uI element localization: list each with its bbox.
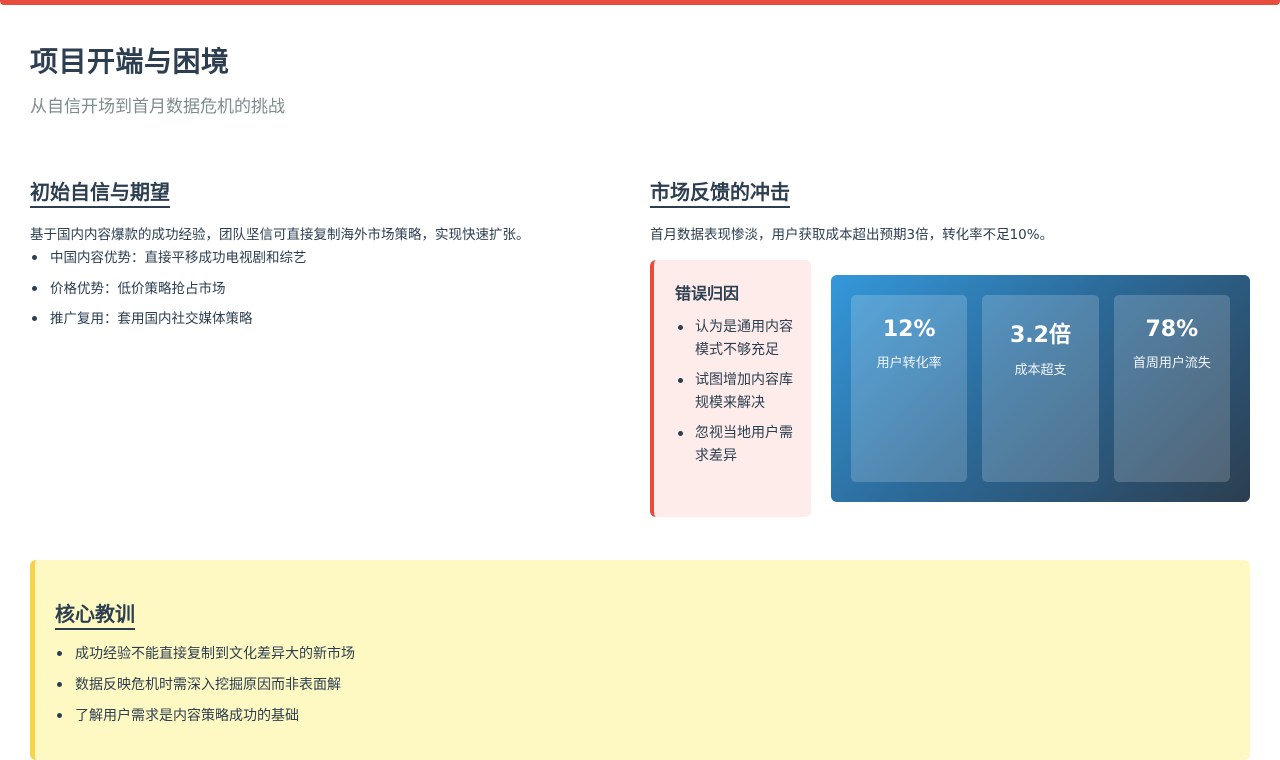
list-item: 数据反映危机时需深入挖掘原因而非表面解 — [55, 675, 1230, 695]
stats-panel: 12% 用户转化率 3.2倍 成本超支 78% 首周用户流失 — [831, 275, 1250, 502]
list-item: 试图增加内容库规模来解决 — [675, 369, 795, 414]
section-intro: 首月数据表现惨淡，用户获取成本超出预期3倍，转化率不足10%。 — [650, 227, 1054, 243]
stat-first-week-churn: 78% 首周用户流失 — [1113, 295, 1230, 482]
section-heading: 市场反馈的冲击 — [650, 176, 790, 208]
page-subtitle: 从自信开场到首月数据危机的挑战 — [30, 97, 285, 117]
error-card-title: 错误归因 — [675, 284, 740, 303]
stat-value: 78% — [1145, 317, 1199, 342]
section-intro: 基于国内内容爆款的成功经验，团队坚信可直接复制海外市场策略，实现快速扩张。 — [30, 227, 530, 243]
list-item: 了解用户需求是内容策略成功的基础 — [55, 706, 1230, 726]
stat-label: 成本超支 — [1014, 363, 1067, 378]
stat-cost-overrun: 3.2倍 成本超支 — [982, 295, 1099, 482]
list-item: 忽视当地用户需求差异 — [675, 422, 795, 467]
core-lessons-card: 核心教训 成功经验不能直接复制到文化差异大的新市场 数据反映危机时需深入挖掘原因… — [30, 560, 1250, 760]
stat-value: 3.2倍 — [1010, 323, 1071, 348]
list-item: 价格优势：低价策略抢占市场 — [30, 279, 620, 299]
section-heading: 核心教训 — [55, 598, 135, 630]
list-item: 成功经验不能直接复制到文化差异大的新市场 — [55, 644, 1230, 664]
stat-value: 12% — [882, 317, 936, 342]
initial-confidence-section: 初始自信与期望 基于国内内容爆款的成功经验，团队坚信可直接复制海外市场策略，实现… — [30, 176, 620, 340]
lessons-list: 成功经验不能直接复制到文化差异大的新市场 数据反映危机时需深入挖掘原因而非表面解… — [55, 644, 1230, 726]
feedback-row: 错误归因 认为是通用内容模式不够充足 试图增加内容库规模来解决 忽视当地用户需求… — [650, 260, 1250, 520]
stat-label: 用户转化率 — [876, 356, 942, 371]
top-accent-bar — [0, 0, 1280, 5]
page-title: 项目开端与困境 — [30, 45, 230, 78]
stat-conversion-rate: 12% 用户转化率 — [851, 295, 968, 482]
section-heading: 初始自信与期望 — [30, 176, 170, 208]
stat-label: 首周用户流失 — [1132, 356, 1211, 371]
market-feedback-section: 市场反馈的冲击 首月数据表现惨淡，用户获取成本超出预期3倍，转化率不足10%。 … — [650, 176, 1250, 520]
error-attribution-card: 错误归因 认为是通用内容模式不够充足 试图增加内容库规模来解决 忽视当地用户需求… — [650, 260, 811, 517]
confidence-list: 中国内容优势：直接平移成功电视剧和综艺 价格优势：低价策略抢占市场 推广复用：套… — [30, 248, 620, 329]
list-item: 中国内容优势：直接平移成功电视剧和综艺 — [30, 248, 620, 268]
list-item: 认为是通用内容模式不够充足 — [675, 316, 795, 361]
error-list: 认为是通用内容模式不够充足 试图增加内容库规模来解决 忽视当地用户需求差异 — [675, 316, 795, 467]
list-item: 推广复用：套用国内社交媒体策略 — [30, 309, 620, 329]
